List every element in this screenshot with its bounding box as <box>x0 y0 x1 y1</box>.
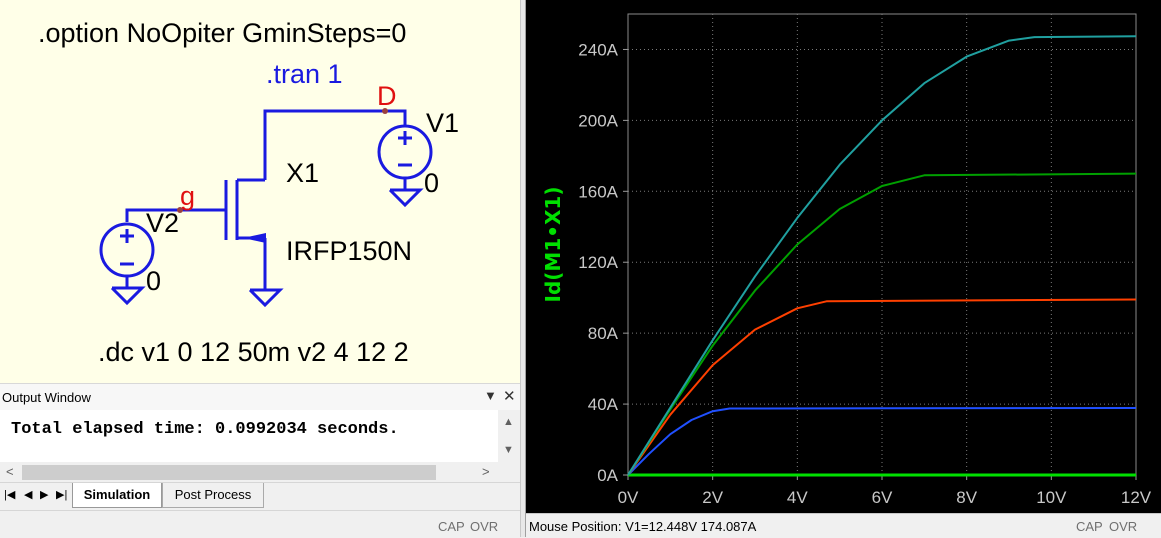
scroll-right-icon[interactable]: > <box>482 464 490 479</box>
v2-value[interactable]: 0 <box>146 268 161 295</box>
overwrite-indicator: OVR <box>1109 519 1138 534</box>
left-status-bar: CAP OVR <box>0 510 520 538</box>
dropdown-arrow-icon[interactable]: ▼ <box>484 388 497 403</box>
next-tab-icon[interactable]: ▶ <box>40 488 48 501</box>
last-tab-icon[interactable]: ▶| <box>56 488 67 501</box>
scroll-down-icon[interactable]: ▼ <box>503 444 514 456</box>
scroll-left-icon[interactable]: < <box>6 464 14 479</box>
schematic-drawing[interactable] <box>0 0 520 383</box>
tab-post-process[interactable]: Post Process <box>162 483 264 508</box>
v2-name[interactable]: V2 <box>146 210 179 237</box>
mouse-position-readout: Mouse Position: V1=12.448V 174.087A <box>529 519 757 534</box>
output-message: Total elapsed time: 0.0992034 seconds. <box>11 420 399 439</box>
horizontal-scroll-thumb[interactable] <box>22 465 436 480</box>
y-tick-label: 240A <box>578 40 618 59</box>
mosfet-model[interactable]: IRFP150N <box>286 238 412 265</box>
right-status-bar: Mouse Position: V1=12.448V 174.087A CAP … <box>526 513 1161 538</box>
x-tick-label: 2V <box>702 488 723 507</box>
output-window-titlebar: Output Window ▼ ✕ <box>0 383 520 410</box>
prev-tab-icon[interactable]: ◀ <box>24 488 32 501</box>
trace-3[interactable] <box>627 298 1137 476</box>
x-tick-label: 8V <box>956 488 977 507</box>
y-tick-label: 0A <box>597 466 618 485</box>
net-label-gate[interactable]: g <box>180 183 195 210</box>
x-tick-label: 10V <box>1036 488 1067 507</box>
y-tick-label: 40A <box>588 395 619 414</box>
y-tick-label: 120A <box>578 253 618 272</box>
mosfet-name[interactable]: X1 <box>286 160 319 187</box>
caps-lock-indicator: CAP <box>438 519 465 534</box>
x-tick-label: 4V <box>787 488 808 507</box>
close-icon[interactable]: ✕ <box>503 387 516 405</box>
dc-directive[interactable]: .dc v1 0 12 50m v2 4 12 2 <box>98 339 409 366</box>
horizontal-scrollbar[interactable]: < > <box>0 462 498 482</box>
overwrite-indicator: OVR <box>470 519 499 534</box>
net-label-drain[interactable]: D <box>377 83 397 110</box>
v1-value[interactable]: 0 <box>424 170 439 197</box>
vertical-scrollbar[interactable]: ▲ ▼ <box>498 410 520 463</box>
output-tabs: |◀ ◀ ▶ ▶| Simulation Post Process <box>0 482 520 511</box>
plot-frame <box>627 13 1137 476</box>
option-directive[interactable]: .option NoOpiter GminSteps=0 <box>38 20 406 47</box>
x-tick-label: 0V <box>618 488 639 507</box>
first-tab-icon[interactable]: |◀ <box>4 488 15 501</box>
waveform-viewer[interactable]: 0V 2V 4V 6V 8V 10V 12V 0A 40A 80A 120A 160A 200A 240A… <box>526 0 1161 513</box>
output-text-area[interactable]: Total elapsed time: 0.0992034 seconds. <box>0 410 498 463</box>
v1-name[interactable]: V1 <box>426 110 459 137</box>
caps-lock-indicator: CAP <box>1076 519 1103 534</box>
y-tick-label: 80A <box>588 324 619 343</box>
output-window-title: Output Window <box>2 390 91 405</box>
tab-simulation[interactable]: Simulation <box>72 483 162 508</box>
x-tick-label: 12V <box>1121 488 1152 507</box>
scroll-up-icon[interactable]: ▲ <box>503 416 514 428</box>
output-window: Output Window ▼ ✕ Total elapsed time: 0.… <box>0 383 520 538</box>
tran-directive[interactable]: .tran 1 <box>266 61 343 88</box>
y-axis-label[interactable]: Id(M1•X1) <box>541 187 565 303</box>
y-tick-label: 160A <box>578 182 618 201</box>
x-tick-label: 6V <box>872 488 893 507</box>
waveform-plot[interactable]: 0V 2V 4V 6V 8V 10V 12V 0A 40A 80A 120A 160A 200A 240A… <box>526 0 1161 513</box>
y-tick-label: 200A <box>578 111 618 130</box>
mosfet-arrow <box>243 233 266 243</box>
schematic-editor[interactable]: .option NoOpiter GminSteps=0 .tran 1 D V… <box>0 0 520 383</box>
